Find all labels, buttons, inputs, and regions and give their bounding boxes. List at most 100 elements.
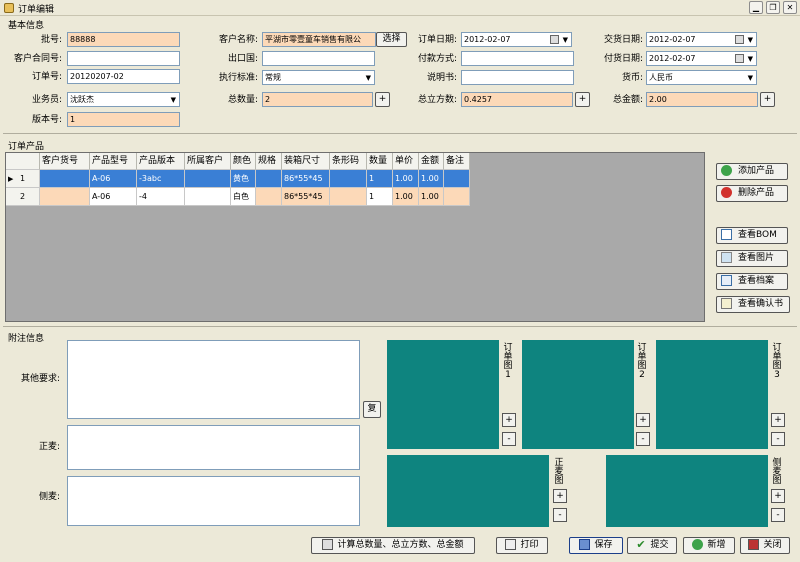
- recalc-qty-button[interactable]: +: [375, 92, 390, 107]
- table-row[interactable]: ▶ 1 A-06 -3abc 黄色 86*55*45 1 1.00 1.00: [6, 170, 482, 188]
- view-archive-button[interactable]: 查看档案: [716, 273, 788, 290]
- table-cell[interactable]: 1: [367, 170, 393, 188]
- table-cell[interactable]: [256, 188, 282, 206]
- order-image-1-remove[interactable]: -: [502, 432, 516, 446]
- total-qty-field[interactable]: 2: [262, 92, 373, 107]
- table-cell[interactable]: 黄色: [231, 170, 256, 188]
- batch-no-field[interactable]: 88888: [67, 32, 180, 47]
- restore-button[interactable]: ❐: [766, 1, 780, 14]
- table-cell[interactable]: [40, 188, 90, 206]
- column-header[interactable]: 单价: [393, 153, 419, 170]
- table-cell[interactable]: 1.00: [419, 170, 444, 188]
- table-cell[interactable]: 1.00: [393, 188, 419, 206]
- print-button[interactable]: 打印: [496, 537, 548, 554]
- calculate-totals-button[interactable]: 计算总数量、总立方数、总金额: [311, 537, 475, 554]
- ship-date-picker[interactable]: 2012-02-07 ▼: [646, 51, 757, 66]
- table-cell[interactable]: 86*55*45: [282, 188, 330, 206]
- close-window-button[interactable]: ✕: [783, 1, 797, 14]
- table-cell[interactable]: A-06: [90, 188, 137, 206]
- standard-select[interactable]: 常规 ▼: [262, 70, 375, 85]
- save-button[interactable]: 保存: [569, 537, 623, 554]
- salesman-select[interactable]: 沈跃杰 ▼: [67, 92, 180, 107]
- chevron-down-icon: ▼: [747, 74, 753, 82]
- front-mark-image-add[interactable]: +: [553, 489, 567, 503]
- side-mark-image-remove[interactable]: -: [771, 508, 785, 522]
- view-image-button[interactable]: 查看图片: [716, 250, 788, 267]
- plus-circle-icon: [692, 539, 704, 550]
- order-image-2-add[interactable]: +: [636, 413, 650, 427]
- table-cell[interactable]: A-06: [90, 170, 137, 188]
- table-row[interactable]: 2 A-06 -4 白色 86*55*45 1 1.00 1.00: [6, 188, 482, 206]
- divider: [3, 326, 797, 327]
- copy-button[interactable]: 复: [363, 401, 381, 418]
- add-product-button[interactable]: 添加产品: [716, 163, 788, 180]
- table-cell[interactable]: [185, 188, 231, 206]
- table-cell[interactable]: [330, 188, 367, 206]
- order-image-3[interactable]: [656, 340, 768, 449]
- order-image-1[interactable]: [387, 340, 499, 449]
- order-image-1-add[interactable]: +: [502, 413, 516, 427]
- payment-field[interactable]: [461, 51, 574, 66]
- order-image-3-remove[interactable]: -: [771, 432, 785, 446]
- view-confirmation-button[interactable]: 查看确认书: [716, 296, 790, 313]
- contract-no-field[interactable]: [67, 51, 180, 66]
- table-cell[interactable]: [330, 170, 367, 188]
- version-field[interactable]: 1: [67, 112, 180, 127]
- table-cell[interactable]: 1: [367, 188, 393, 206]
- export-country-field[interactable]: [262, 51, 375, 66]
- total-amount-field[interactable]: 2.00: [646, 92, 758, 107]
- close-button[interactable]: 关闭: [740, 537, 790, 554]
- recalc-amount-button[interactable]: +: [760, 92, 775, 107]
- order-image-1-label: 订单图1: [503, 343, 513, 380]
- side-mark-image[interactable]: [606, 455, 768, 527]
- order-image-2-remove[interactable]: -: [636, 432, 650, 446]
- table-cell[interactable]: 1.00: [393, 170, 419, 188]
- column-header[interactable]: 规格: [256, 153, 282, 170]
- side-mark-field[interactable]: [67, 476, 360, 526]
- manual-field[interactable]: [461, 70, 574, 85]
- chevron-down-icon: ▼: [747, 36, 753, 44]
- new-button[interactable]: 新增: [683, 537, 735, 554]
- order-image-3-add[interactable]: +: [771, 413, 785, 427]
- column-header[interactable]: 客户货号: [40, 153, 90, 170]
- other-requirements-field[interactable]: [67, 340, 360, 419]
- salesman-value: 沈跃杰: [70, 95, 94, 104]
- total-volume-field[interactable]: 0.4257: [461, 92, 573, 107]
- front-mark-field[interactable]: [67, 425, 360, 470]
- column-header[interactable]: 备注: [444, 153, 470, 170]
- table-cell[interactable]: [444, 170, 470, 188]
- row-header[interactable]: 2: [6, 188, 40, 206]
- order-no-field[interactable]: 20120207-02: [67, 69, 180, 84]
- table-cell[interactable]: [256, 170, 282, 188]
- order-image-2[interactable]: [522, 340, 634, 449]
- delivery-date-picker[interactable]: 2012-02-07 ▼: [646, 32, 757, 47]
- column-header[interactable]: 金额: [419, 153, 444, 170]
- currency-select[interactable]: 人民币 ▼: [646, 70, 757, 85]
- table-cell[interactable]: [444, 188, 470, 206]
- column-header[interactable]: 条形码: [330, 153, 367, 170]
- table-cell[interactable]: 白色: [231, 188, 256, 206]
- column-header[interactable]: 颜色: [231, 153, 256, 170]
- row-header[interactable]: ▶ 1: [6, 170, 40, 188]
- side-mark-image-add[interactable]: +: [771, 489, 785, 503]
- delete-product-button[interactable]: 删除产品: [716, 185, 788, 202]
- order-date-picker[interactable]: 2012-02-07 ▼: [461, 32, 572, 47]
- table-cell[interactable]: -4: [137, 188, 185, 206]
- column-header[interactable]: 数量: [367, 153, 393, 170]
- view-bom-button[interactable]: 查看BOM: [716, 227, 788, 244]
- column-header[interactable]: 装箱尺寸: [282, 153, 330, 170]
- customer-field[interactable]: 平湖市零壹童车销售有限公: [262, 32, 376, 47]
- table-cell[interactable]: 86*55*45: [282, 170, 330, 188]
- front-mark-image[interactable]: [387, 455, 549, 527]
- column-header[interactable]: 产品型号: [90, 153, 137, 170]
- product-grid[interactable]: 客户货号 产品型号 产品版本 所属客户 颜色 规格 装箱尺寸 条形码 数量 单价 金额 备注 ▶ 1 A-…: [5, 152, 705, 322]
- minimize-button[interactable]: ▁: [749, 1, 763, 14]
- table-cell[interactable]: -3abc: [137, 170, 185, 188]
- submit-button[interactable]: ✔ 提交: [627, 537, 677, 554]
- table-cell[interactable]: [185, 170, 231, 188]
- front-mark-image-remove[interactable]: -: [553, 508, 567, 522]
- column-header[interactable]: 产品版本: [137, 153, 185, 170]
- table-cell[interactable]: [40, 170, 90, 188]
- table-cell[interactable]: 1.00: [419, 188, 444, 206]
- column-header[interactable]: 所属客户: [185, 153, 231, 170]
